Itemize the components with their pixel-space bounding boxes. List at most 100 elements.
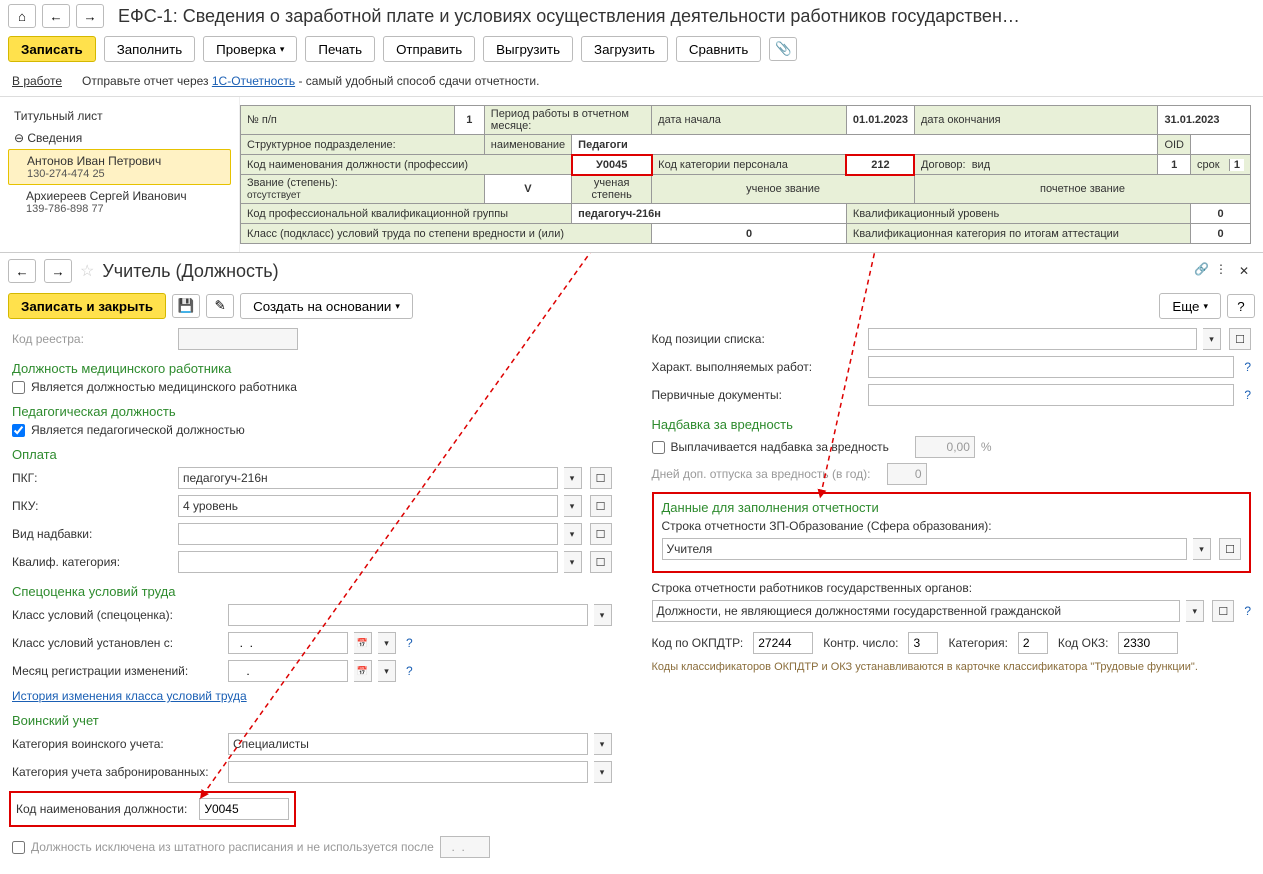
gov-line-select[interactable]: Должности, не являющиеся должностями гос… bbox=[652, 600, 1181, 622]
bw-forward-button[interactable]: → bbox=[44, 259, 72, 283]
pkg-select[interactable]: педагогуч-216н bbox=[178, 467, 558, 489]
close-button[interactable]: ✕ bbox=[1233, 262, 1255, 280]
class-date-help[interactable]: ? bbox=[406, 636, 413, 650]
gov-line-dropdown-icon[interactable]: ▾ bbox=[1186, 600, 1204, 622]
sec-mil-header: Воинский учет bbox=[12, 713, 612, 728]
edu-line-dropdown-icon[interactable]: ▾ bbox=[1193, 538, 1211, 560]
save-icon-button[interactable]: 💾 bbox=[172, 294, 200, 318]
allowance-select[interactable] bbox=[178, 523, 558, 545]
work-char-input[interactable] bbox=[868, 356, 1235, 378]
tree-title-sheet[interactable]: Титульный лист bbox=[8, 105, 231, 127]
mil-reserved-select[interactable] bbox=[228, 761, 588, 783]
sec-hazard-header: Надбавка за вредность bbox=[652, 417, 1252, 432]
allowance-dropdown-icon[interactable]: ▾ bbox=[564, 523, 582, 545]
month-reg-cal-icon[interactable]: 📅 bbox=[354, 660, 372, 682]
bw-title: Учитель (Должность) bbox=[102, 261, 278, 282]
attach-button[interactable]: 📎 bbox=[769, 37, 797, 61]
link-icon[interactable]: 🔗 bbox=[1194, 262, 1209, 280]
control-input[interactable] bbox=[908, 632, 938, 654]
check-button[interactable]: Проверка bbox=[203, 36, 297, 62]
class-date-dd-icon[interactable]: ▾ bbox=[378, 632, 396, 654]
arrow-right-icon: → bbox=[51, 264, 64, 279]
bw-back-button[interactable]: ← bbox=[8, 259, 36, 283]
sec-pay-header: Оплата bbox=[12, 447, 612, 462]
allowance-open-icon[interactable]: ☐ bbox=[590, 523, 612, 545]
home-button[interactable]: ⌂ bbox=[8, 4, 36, 28]
qual-select[interactable] bbox=[178, 551, 558, 573]
classifier-note: Коды классификаторов ОКПДТР и ОКЗ устана… bbox=[652, 661, 1252, 673]
prim-docs-help[interactable]: ? bbox=[1244, 388, 1251, 402]
chk-med[interactable] bbox=[12, 381, 25, 394]
chk-hazard[interactable] bbox=[652, 441, 665, 454]
arrow-right-icon: → bbox=[83, 9, 96, 24]
forward-button[interactable]: → bbox=[76, 4, 104, 28]
mil-reserved-dropdown-icon[interactable]: ▾ bbox=[594, 761, 612, 783]
favorite-icon[interactable]: ☆ bbox=[80, 261, 94, 281]
grid-category-code[interactable]: 212 bbox=[846, 155, 914, 175]
back-button[interactable]: ← bbox=[42, 4, 70, 28]
home-icon: ⌂ bbox=[18, 9, 26, 24]
code-pos-input[interactable] bbox=[199, 798, 289, 820]
extra-days-input[interactable] bbox=[887, 463, 927, 485]
sec-spec-header: Спецоценка условий труда bbox=[12, 584, 612, 599]
pku-dropdown-icon[interactable]: ▾ bbox=[564, 495, 582, 517]
okpdtr-input[interactable] bbox=[753, 632, 813, 654]
create-based-button[interactable]: Создать на основании bbox=[240, 293, 413, 319]
sec-report-header: Данные для заполнения отчетности bbox=[662, 500, 1242, 515]
list-pos-open-icon[interactable]: ☐ bbox=[1229, 328, 1251, 350]
list-pos-dropdown-icon[interactable]: ▾ bbox=[1203, 328, 1221, 350]
pku-select[interactable]: 4 уровень bbox=[178, 495, 558, 517]
save-close-button[interactable]: Записать и закрыть bbox=[8, 293, 166, 319]
report-data-group: Данные для заполнения отчетности Строка … bbox=[652, 492, 1252, 573]
fill-button[interactable]: Заполнить bbox=[104, 36, 195, 62]
print-button[interactable]: Печать bbox=[305, 36, 375, 62]
chk-ped[interactable] bbox=[12, 424, 25, 437]
kebab-icon[interactable]: ⋮ bbox=[1215, 262, 1227, 280]
tree-group[interactable]: ⊖ Сведения bbox=[8, 127, 231, 149]
month-reg-input[interactable] bbox=[228, 660, 348, 682]
report-service-link[interactable]: 1С-Отчетность bbox=[212, 74, 295, 88]
code-pos-label: Код наименования должности: bbox=[16, 802, 187, 816]
excluded-date-input[interactable] bbox=[440, 836, 490, 858]
sec-ped-header: Педагогическая должность bbox=[12, 404, 612, 419]
gov-line-help[interactable]: ? bbox=[1244, 604, 1251, 618]
work-char-help[interactable]: ? bbox=[1244, 360, 1251, 374]
status-state[interactable]: В работе bbox=[12, 74, 62, 88]
chk-excluded[interactable] bbox=[12, 841, 25, 854]
class-date-input[interactable] bbox=[228, 632, 348, 654]
edu-line-select[interactable]: Учителя bbox=[662, 538, 1188, 560]
class-date-cal-icon[interactable]: 📅 bbox=[354, 632, 372, 654]
category-input[interactable] bbox=[1018, 632, 1048, 654]
qual-dropdown-icon[interactable]: ▾ bbox=[564, 551, 582, 573]
help-button[interactable]: ? bbox=[1227, 294, 1255, 318]
hazard-val-input[interactable] bbox=[915, 436, 975, 458]
registry-code-input[interactable] bbox=[178, 328, 298, 350]
class-cond-dropdown-icon[interactable]: ▾ bbox=[594, 604, 612, 626]
save-button[interactable]: Записать bbox=[8, 36, 96, 62]
prim-docs-input[interactable] bbox=[868, 384, 1235, 406]
pkg-open-icon[interactable]: ☐ bbox=[590, 467, 612, 489]
class-cond-select[interactable] bbox=[228, 604, 588, 626]
month-reg-help[interactable]: ? bbox=[406, 664, 413, 678]
tree-person-1[interactable]: Антонов Иван Петрович 130-274-474 25 bbox=[8, 149, 231, 185]
compare-button[interactable]: Сравнить bbox=[676, 36, 761, 62]
export-button[interactable]: Выгрузить bbox=[483, 36, 573, 62]
edu-line-open-icon[interactable]: ☐ bbox=[1219, 538, 1241, 560]
list-pos-select[interactable] bbox=[868, 328, 1198, 350]
more-button[interactable]: Еще bbox=[1159, 293, 1221, 319]
pencil-icon-button[interactable]: ✎ bbox=[206, 294, 234, 318]
qual-open-icon[interactable]: ☐ bbox=[590, 551, 612, 573]
pkg-dropdown-icon[interactable]: ▾ bbox=[564, 467, 582, 489]
okz-input[interactable] bbox=[1118, 632, 1178, 654]
pku-open-icon[interactable]: ☐ bbox=[590, 495, 612, 517]
history-link[interactable]: История изменения класса условий труда bbox=[12, 689, 247, 703]
mil-cat-dropdown-icon[interactable]: ▾ bbox=[594, 733, 612, 755]
send-button[interactable]: Отправить bbox=[383, 36, 475, 62]
import-button[interactable]: Загрузить bbox=[581, 36, 668, 62]
grid-code-position[interactable]: У0045 bbox=[572, 155, 652, 175]
tree-person-2[interactable]: Архиереев Сергей Иванович 139-786-898 77 bbox=[8, 185, 231, 219]
month-reg-dd-icon[interactable]: ▾ bbox=[378, 660, 396, 682]
mil-cat-select[interactable]: Специалисты bbox=[228, 733, 588, 755]
gov-line-open-icon[interactable]: ☐ bbox=[1212, 600, 1234, 622]
report-grid: № п/п 1 Период работы в отчетном месяце:… bbox=[240, 97, 1263, 252]
